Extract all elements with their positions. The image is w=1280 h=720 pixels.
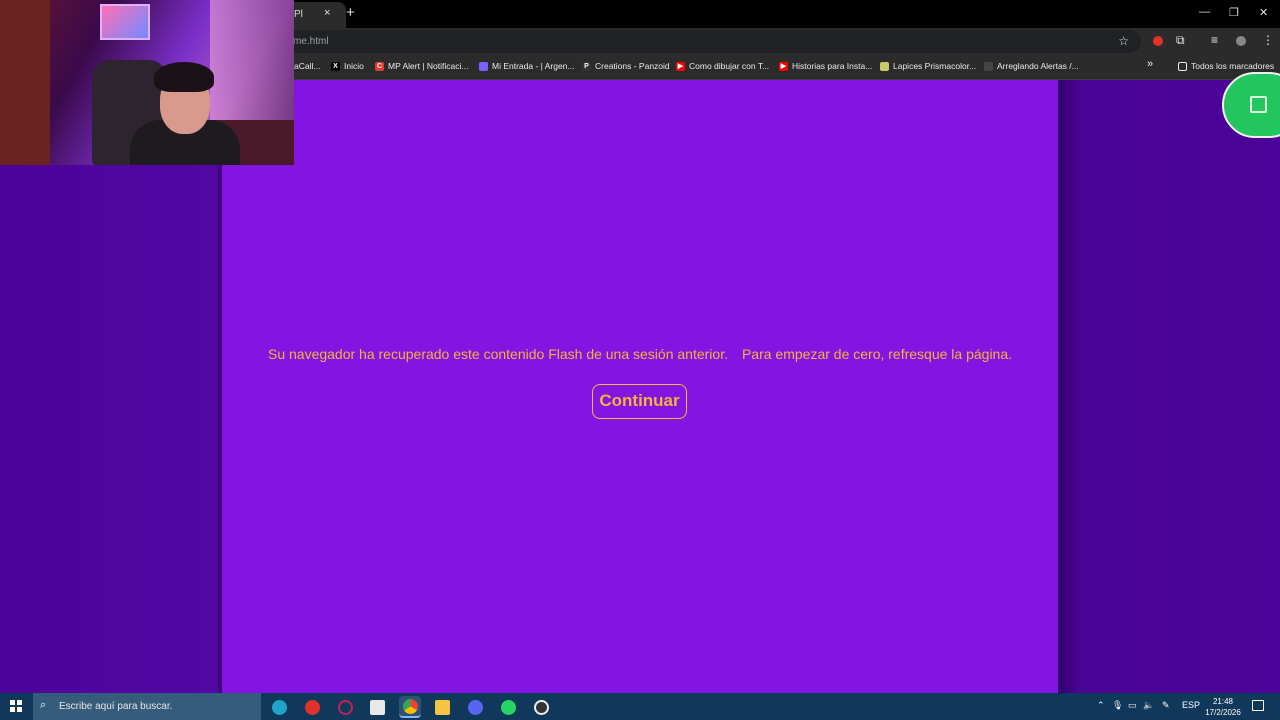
bookmark-label: Inicio bbox=[344, 61, 364, 71]
volume-icon[interactable]: 🔈 bbox=[1143, 700, 1154, 711]
bookmark-item[interactable]: C MP Alert | Notificaci... bbox=[375, 61, 468, 71]
tab-close-icon[interactable]: × bbox=[324, 7, 330, 19]
menu-icon[interactable]: ⋮ bbox=[1262, 33, 1274, 47]
flash-stage[interactable]: Su navegador ha recuperado este contenid… bbox=[222, 80, 1058, 693]
bookmark-item[interactable]: aCall... bbox=[294, 61, 320, 71]
session-recovered-message: Su navegador ha recuperado este contenid… bbox=[222, 346, 1058, 362]
clock-time: 21:48 bbox=[1212, 697, 1234, 706]
profile-icon[interactable] bbox=[1236, 36, 1246, 46]
windows-taskbar: ⌕ Escribe aquí para buscar. ⌃ 🎙 ▭ 🔈 ✎ ES… bbox=[0, 693, 1280, 720]
continue-button[interactable]: Continuar bbox=[592, 384, 687, 419]
address-bar[interactable]: me.html ☆ bbox=[285, 30, 1141, 53]
folder-icon bbox=[1178, 61, 1187, 71]
search-icon: ⌕ bbox=[40, 699, 47, 711]
bookmark-label: aCall... bbox=[294, 61, 321, 71]
notification-icon[interactable] bbox=[1252, 700, 1264, 711]
all-bookmarks-button[interactable]: Todos los marcadores bbox=[1178, 61, 1274, 71]
bookmark-label: Historias para Insta... bbox=[792, 61, 873, 71]
all-bookmarks-label: Todos los marcadores bbox=[1191, 61, 1275, 71]
bookmark-item[interactable]: P Creations - Panzoid bbox=[582, 61, 670, 71]
media-icon[interactable]: ≡ bbox=[1211, 33, 1218, 47]
bookmark-label: Como dibujar con T... bbox=[689, 61, 770, 71]
alert-icon bbox=[984, 61, 993, 71]
language-indicator[interactable]: ESP bbox=[1182, 700, 1200, 710]
bookmark-item[interactable]: ▶ Como dibujar con T... bbox=[676, 61, 769, 71]
opera-gx-app-icon[interactable] bbox=[334, 696, 356, 718]
pencil-icon bbox=[880, 61, 889, 71]
bookmark-item[interactable]: Lapices Prismacolor... bbox=[880, 61, 976, 71]
file-explorer-app-icon[interactable] bbox=[431, 696, 453, 718]
mp-alert-icon: C bbox=[375, 61, 384, 71]
new-tab-button[interactable]: + bbox=[346, 4, 355, 21]
discord-app-icon[interactable] bbox=[464, 696, 486, 718]
bookmark-label: MP Alert | Notificaci... bbox=[388, 61, 469, 71]
tab-title: Pl bbox=[294, 9, 303, 20]
panzoid-icon: P bbox=[582, 61, 591, 71]
extension-icon[interactable]: ⧉ bbox=[1176, 33, 1185, 48]
taskbar-search[interactable]: ⌕ Escribe aquí para buscar. bbox=[33, 693, 261, 720]
x-icon: X bbox=[331, 61, 340, 71]
url-text[interactable]: me.html bbox=[293, 36, 329, 47]
bookmark-label: Creations - Panzoid bbox=[595, 61, 670, 71]
bookmark-item[interactable]: Arreglando Alertas /... bbox=[984, 61, 1079, 71]
store-app-icon[interactable] bbox=[366, 696, 388, 718]
start-button[interactable] bbox=[10, 700, 22, 712]
pen-icon[interactable]: ✎ bbox=[1162, 700, 1170, 711]
bookmarks-overflow-button[interactable]: » bbox=[1147, 58, 1153, 70]
taskbar-clock[interactable]: 21:48 17/2/2026 bbox=[1200, 696, 1246, 718]
bookmark-label: Lapices Prismacolor... bbox=[893, 61, 977, 71]
close-window-button[interactable]: ✕ bbox=[1259, 6, 1268, 19]
page-background-right bbox=[1058, 80, 1280, 693]
message-part-1: Su navegador ha recuperado este contenid… bbox=[267, 346, 728, 362]
youtube-icon: ▶ bbox=[676, 61, 685, 71]
bookmark-label: Mi Entrada - | Argen... bbox=[492, 61, 575, 71]
bookmark-item[interactable]: Mi Entrada - | Argen... bbox=[479, 61, 575, 71]
whatsapp-app-icon[interactable] bbox=[497, 696, 519, 718]
message-part-2: Para empezar de cero, refresque la págin… bbox=[741, 346, 1013, 362]
bookmark-item[interactable]: X Inicio bbox=[331, 61, 364, 71]
clock-date: 17/2/2026 bbox=[1205, 708, 1241, 717]
extension-opera-icon[interactable] bbox=[1153, 36, 1163, 46]
webcam-poster bbox=[100, 4, 150, 40]
webcam-overlay bbox=[0, 0, 294, 165]
expand-icon bbox=[1250, 96, 1267, 113]
app-icon[interactable] bbox=[530, 696, 552, 718]
network-icon[interactable]: ▭ bbox=[1128, 700, 1137, 711]
restore-button[interactable]: ❐ bbox=[1229, 6, 1239, 19]
webcam-person-hair bbox=[154, 62, 214, 92]
tray-chevron-icon[interactable]: ⌃ bbox=[1097, 700, 1105, 711]
youtube-icon: ▶ bbox=[779, 61, 788, 71]
opera-app-icon[interactable] bbox=[301, 696, 323, 718]
minimize-button[interactable]: — bbox=[1199, 6, 1210, 18]
search-placeholder: Escribe aquí para buscar. bbox=[59, 701, 173, 712]
ticket-icon bbox=[479, 61, 488, 71]
bookmark-star-icon[interactable]: ☆ bbox=[1118, 34, 1129, 48]
webcam-background bbox=[0, 0, 50, 165]
microphone-icon[interactable]: 🎙 bbox=[1112, 700, 1123, 711]
bookmark-item[interactable]: ▶ Historias para Insta... bbox=[779, 61, 872, 71]
bookmark-label: Arreglando Alertas /... bbox=[997, 61, 1079, 71]
edge-app-icon[interactable] bbox=[268, 696, 290, 718]
chrome-app-icon[interactable] bbox=[399, 696, 421, 718]
floating-extension-button[interactable] bbox=[1222, 72, 1280, 138]
